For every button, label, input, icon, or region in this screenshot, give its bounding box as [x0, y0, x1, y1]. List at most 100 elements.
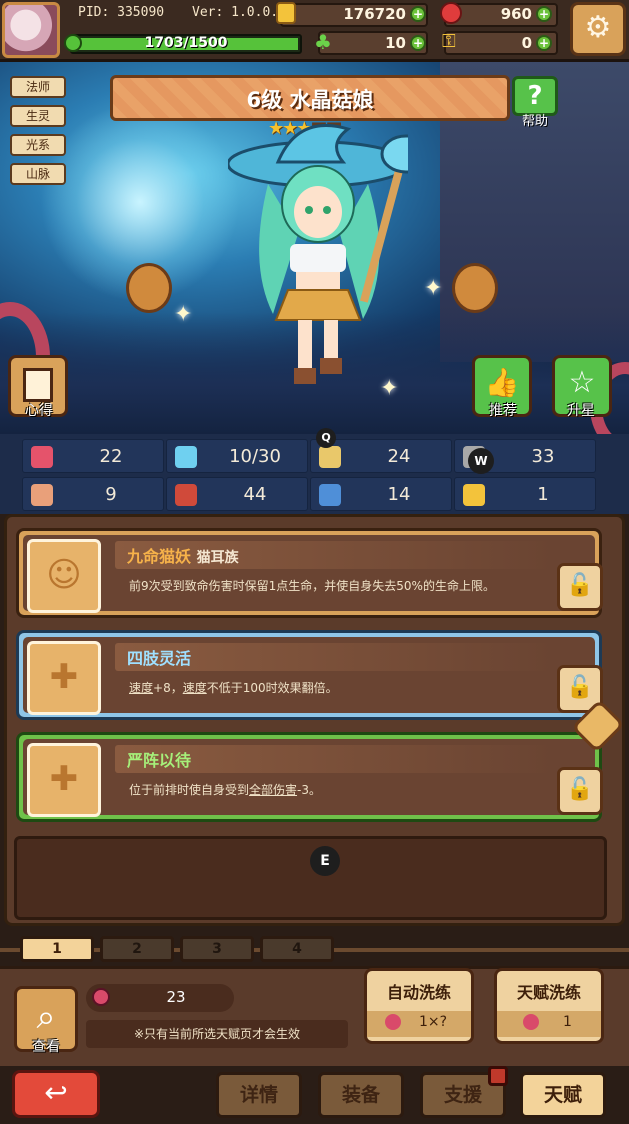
- keyword-link[interactable]: 全部伤害: [249, 783, 297, 797]
- key-icon: ⚿: [442, 31, 456, 52]
- potion-icon: [92, 988, 110, 1006]
- stat-box: 44: [166, 477, 308, 511]
- unlock-icon: 🔓: [566, 777, 594, 802]
- marker-w: W: [468, 448, 494, 474]
- talent-race-tag: 猫耳族: [196, 550, 239, 566]
- bronze-coin-left: [126, 263, 172, 313]
- stat-box: 9: [22, 477, 164, 511]
- tag-race[interactable]: 生灵: [10, 105, 66, 127]
- version-label: Ver: 1.0.0.1: [192, 5, 286, 20]
- gem-value: 960: [500, 5, 532, 23]
- clover-value: 10: [385, 34, 406, 52]
- talent-card[interactable]: ✚ 四肢灵活 速度+8，速度不低于100时效果翻倍。 🔓: [16, 630, 603, 720]
- inspect-label: 查看: [32, 1039, 60, 1055]
- hero-character-art: [228, 124, 408, 384]
- stat-value: 10/30: [229, 446, 281, 467]
- scroll-icon: [319, 484, 341, 506]
- cross-emblem-icon: ✚: [27, 743, 101, 817]
- potion-icon: [523, 1014, 539, 1030]
- talent-card[interactable]: ☺ 九命猫妖 猫耳族 前9次受到致命伤害时保留1点生命，并使自身失去50%的生命…: [16, 528, 603, 618]
- stat-value: 24: [387, 446, 411, 467]
- talent-page-tabs: 1 2 3 4: [0, 934, 629, 966]
- talent-wash-title: 天赋洗练: [516, 983, 581, 1002]
- tag-element[interactable]: 光系: [10, 134, 66, 156]
- question-icon: ?: [527, 81, 543, 111]
- heart-icon: [31, 446, 53, 468]
- add-key-button[interactable]: +: [536, 35, 552, 51]
- player-avatar[interactable]: [2, 2, 60, 58]
- talent-name-text: 四肢灵活: [127, 649, 192, 668]
- talent-name: 九命猫妖 猫耳族: [127, 543, 239, 567]
- auto-wash-cost-row: 1×?: [367, 1011, 471, 1037]
- talent-name-text: 严阵以待: [127, 751, 192, 770]
- red-gem-icon: [440, 2, 462, 24]
- stat-value: 1: [537, 484, 549, 505]
- talent-wash-button[interactable]: 天赋洗练 1: [494, 968, 604, 1044]
- exp-value: 1703/1500: [144, 35, 228, 51]
- auto-wash-button[interactable]: 自动洗练 1×?: [364, 968, 474, 1044]
- book-icon: [175, 484, 197, 506]
- stat-box: 14: [310, 477, 452, 511]
- marker-e: E: [310, 846, 340, 876]
- stat-box: 22: [22, 439, 164, 473]
- keyword-link[interactable]: 速度: [129, 681, 153, 695]
- page-notice: ※只有当前所选天赋页才会生效: [86, 1020, 348, 1048]
- back-button[interactable]: ↩: [12, 1070, 100, 1118]
- help-label: 帮助: [521, 114, 548, 129]
- empty-talent-slot[interactable]: [14, 836, 607, 920]
- tag-terrain[interactable]: 山脉: [10, 163, 66, 185]
- marker-q: Q: [316, 428, 336, 448]
- sparkle-icon: ✦: [424, 276, 443, 301]
- cat-face-icon: ☺: [27, 539, 101, 613]
- player-id: PID: 335090: [78, 5, 165, 20]
- talent-lock-button[interactable]: 🔓: [557, 563, 603, 611]
- page-tab-1[interactable]: 1: [20, 936, 94, 962]
- page-tab-4[interactable]: 4: [260, 936, 334, 962]
- stat-value: 33: [531, 446, 555, 467]
- settings-button[interactable]: ⚙: [570, 2, 626, 56]
- auto-wash-cost: 1×?: [419, 1014, 448, 1030]
- talent-desc: 速度+8，速度不低于100时效果翻倍。: [129, 679, 338, 696]
- unlock-icon: 🔓: [566, 675, 594, 700]
- recommend-label: 推荐: [489, 403, 517, 419]
- nav-talent[interactable]: 天赋: [520, 1072, 606, 1118]
- key-value: 0: [521, 34, 532, 52]
- nav-equipment[interactable]: 装备: [318, 1072, 404, 1118]
- fist-icon: [31, 484, 53, 506]
- page-tab-3[interactable]: 3: [180, 936, 254, 962]
- talent-wash-cost: 1: [563, 1014, 572, 1030]
- keyword-link[interactable]: 速度: [183, 681, 207, 695]
- desc-text: +8，: [153, 681, 183, 695]
- add-gold-button[interactable]: +: [410, 6, 426, 22]
- talent-card[interactable]: ✚ 严阵以待 位于前排时使自身受到全部伤害-3。 🔓: [16, 732, 603, 822]
- stat-box: 1: [454, 477, 596, 511]
- hero-title: 6级 水晶菇娘: [246, 88, 374, 112]
- page-tab-2[interactable]: 2: [100, 936, 174, 962]
- star-up-label: 升星: [567, 403, 595, 419]
- notes-label: 心得: [25, 403, 53, 419]
- return-arrow-icon: ↩: [44, 1076, 68, 1109]
- stat-value: 44: [243, 484, 267, 505]
- add-clover-button[interactable]: +: [410, 35, 426, 51]
- horseshoe-icon: [463, 484, 485, 506]
- magnifier-icon: ⌕: [36, 997, 56, 1037]
- unlock-icon: 🔓: [566, 573, 594, 598]
- talent-lock-button[interactable]: 🔓: [557, 767, 603, 815]
- potion-icon: [385, 1014, 401, 1030]
- gold-coin-icon: [276, 2, 296, 24]
- desc-text: 位于前排时使自身受到: [129, 783, 250, 797]
- mug-icon: [23, 368, 53, 402]
- gear-icon: ⚙: [584, 10, 612, 45]
- clover-icon: ♣: [314, 30, 332, 54]
- desc-text: 不低于100时效果翻倍。: [206, 681, 338, 695]
- gold-value: 176720: [343, 5, 406, 23]
- bronze-coin-right: [452, 263, 498, 313]
- nav-details[interactable]: 详情: [216, 1072, 302, 1118]
- add-gem-button[interactable]: +: [536, 6, 552, 22]
- tag-class[interactable]: 法师: [10, 76, 66, 98]
- stat-value: 22: [99, 446, 123, 467]
- talent-name-text: 九命猫妖: [127, 547, 192, 566]
- cup-icon: [319, 446, 341, 468]
- talent-wash-cost-row: 1: [497, 1011, 601, 1037]
- sparkle-icon: ✦: [380, 376, 399, 401]
